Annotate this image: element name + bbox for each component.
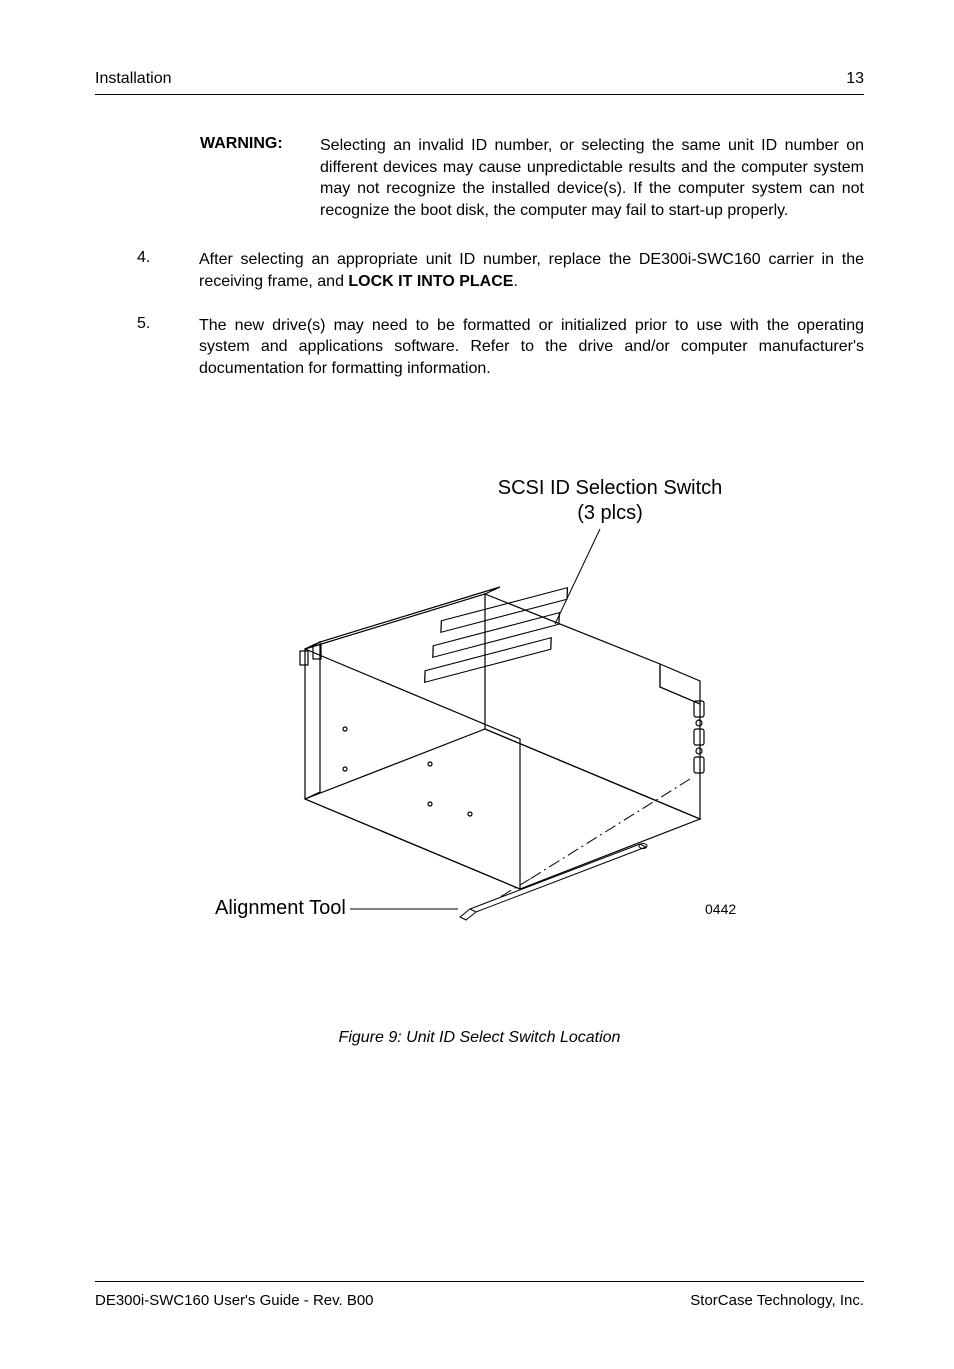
item-text-before: The new drive(s) may need to be formatte… <box>199 317 864 377</box>
header-page-number: 13 <box>846 70 864 88</box>
header-left: Installation <box>95 70 172 88</box>
list-number: 5. <box>137 315 199 380</box>
footer-left: DE300i-SWC160 User's Guide - Rev. B00 <box>95 1292 374 1309</box>
figure-caption: Figure 9: Unit ID Select Switch Location <box>95 1029 864 1047</box>
list-text: The new drive(s) may need to be formatte… <box>199 315 864 380</box>
figure-label-alignment: Alignment Tool <box>215 897 346 919</box>
list-item-5: 5. The new drive(s) may need to be forma… <box>137 315 864 380</box>
item-text-after: . <box>513 273 517 290</box>
figure-label-plcs: (3 plcs) <box>577 502 643 524</box>
list-number: 4. <box>137 249 199 292</box>
figure: SCSI ID Selection Switch (3 plcs) <box>95 469 864 1047</box>
footer-right: StorCase Technology, Inc. <box>690 1292 864 1309</box>
scsi-id-illustration: SCSI ID Selection Switch (3 plcs) <box>160 469 800 939</box>
item-bold: LOCK IT INTO PLACE <box>348 273 513 290</box>
item-text-before: After selecting an appropriate unit ID n… <box>199 251 864 290</box>
figure-label-scsi: SCSI ID Selection Switch <box>497 477 722 499</box>
warning-label: WARNING: <box>200 135 320 221</box>
warning-text: Selecting an invalid ID number, or selec… <box>320 135 864 221</box>
page-footer: DE300i-SWC160 User's Guide - Rev. B00 St… <box>95 1281 864 1309</box>
page-header: Installation 13 <box>95 70 864 95</box>
list-item-4: 4. After selecting an appropriate unit I… <box>137 249 864 292</box>
warning-block: WARNING: Selecting an invalid ID number,… <box>200 135 864 221</box>
figure-drawing-number: 0442 <box>705 901 736 917</box>
list-text: After selecting an appropriate unit ID n… <box>199 249 864 292</box>
